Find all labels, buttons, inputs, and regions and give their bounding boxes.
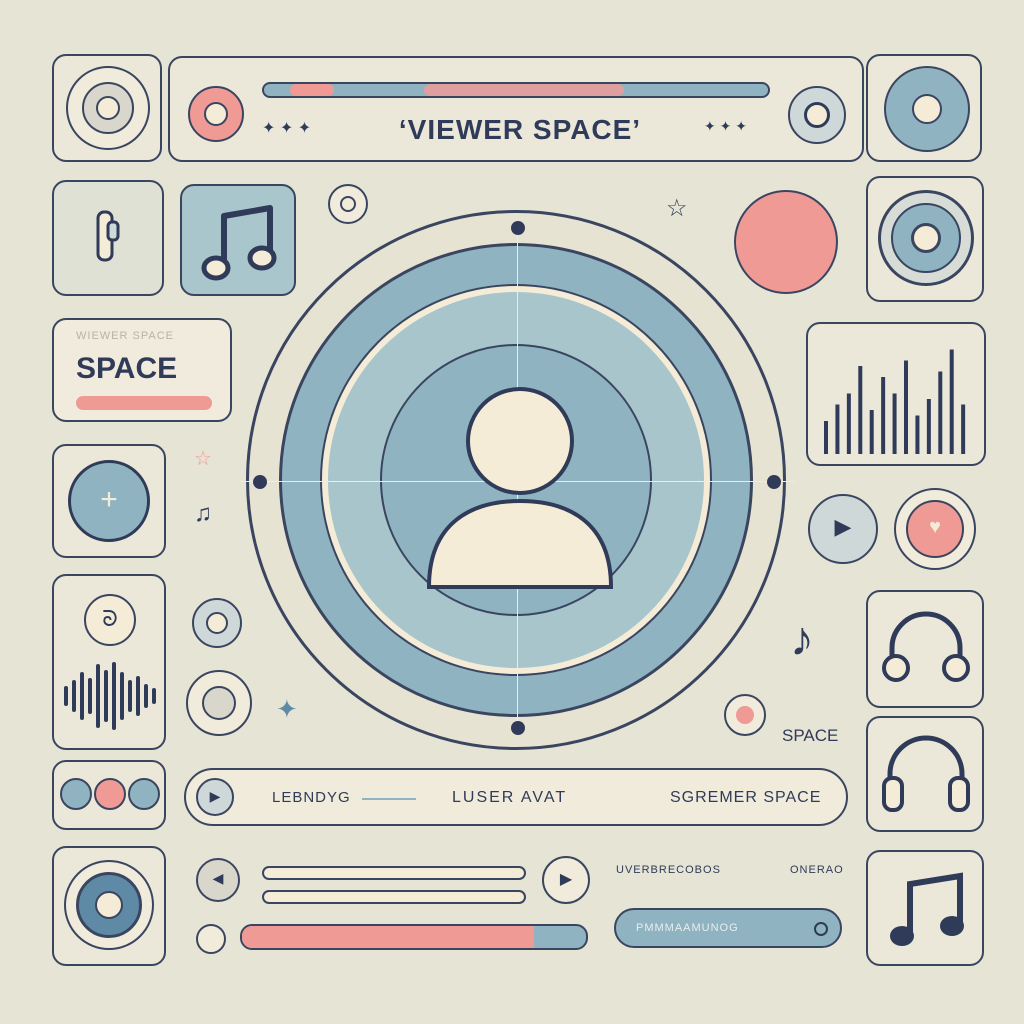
equalizer-bar: [892, 393, 897, 454]
voice-icon: ᘐ: [84, 594, 136, 646]
progress-bar-fill: [242, 926, 535, 948]
space-card-title: SPACE: [76, 352, 178, 385]
music-note-icon: ♫: [194, 500, 212, 527]
user-avatar-icon: [425, 383, 615, 593]
dial-knob-bottom[interactable]: [511, 721, 525, 735]
play-button[interactable]: ▶: [808, 494, 878, 564]
music-note-tile[interactable]: [180, 184, 296, 296]
star-icon: ✦ ✦ ✦: [262, 120, 312, 137]
dial-knob-top[interactable]: [511, 221, 525, 235]
headphones-icon: [882, 608, 970, 688]
equalizer-bar: [949, 349, 954, 454]
meta-right-label: ONERAO: [790, 864, 844, 876]
track-line-1: [262, 866, 526, 880]
header-bar: ✦ ✦ ✦ ‘VIEWER SPACE’ ✦ ✦ ✦: [168, 56, 864, 162]
progress-bar[interactable]: [240, 924, 588, 950]
track-line-2: [262, 890, 526, 904]
action-pill-label: PMMMAAMUNOG: [636, 922, 739, 934]
play-icon: ▶: [559, 871, 573, 888]
rewind-button[interactable]: ◀: [196, 858, 240, 902]
headphones-icon: [880, 732, 972, 818]
dot-button-blue-2[interactable]: [128, 778, 160, 810]
action-pill[interactable]: PMMMAAMUNOG: [614, 908, 842, 948]
equalizer-bar: [926, 399, 931, 454]
add-tile[interactable]: +: [52, 444, 166, 558]
now-playing-right-label: SGREMER SPACE: [670, 789, 822, 806]
meta-left-label: UVERBRECOBOS: [616, 864, 721, 876]
equalizer-panel: [806, 322, 986, 466]
equalizer-bar: [835, 404, 840, 454]
pink-orb-button[interactable]: [734, 190, 838, 294]
pink-dot-button[interactable]: [724, 694, 766, 736]
play-button[interactable]: ▶: [542, 856, 590, 904]
equalizer-bar: [915, 415, 920, 454]
volume-icon[interactable]: [196, 924, 226, 954]
waveform-tile[interactable]: ᘐ: [52, 574, 166, 750]
speaker-icon: [64, 860, 154, 950]
disc-button[interactable]: [186, 670, 252, 736]
star-icon: ✦ ✦ ✦: [704, 118, 747, 134]
now-playing-center-label: LUSER AVAT: [452, 789, 568, 806]
equalizer-bar: [881, 377, 886, 454]
bottom-left-speaker-tile[interactable]: [52, 846, 166, 966]
now-playing-bar[interactable]: ▶ LEBNDYG LUSER AVAT SGREMER SPACE: [184, 768, 848, 826]
side-space-label: SPACE: [782, 726, 839, 745]
action-pill-dot: [814, 922, 828, 936]
page-title: ‘VIEWER SPACE’: [398, 114, 642, 145]
small-record-icon[interactable]: [328, 184, 368, 224]
compass-icon[interactable]: [192, 598, 242, 648]
music-note-icon: [194, 196, 284, 286]
dot-button-blue[interactable]: [60, 778, 92, 810]
play-icon: ▶: [834, 514, 852, 539]
headphones-tile[interactable]: [866, 590, 984, 708]
equalizer-icon: [824, 349, 966, 454]
play-button[interactable]: ▶: [196, 778, 234, 816]
space-card-accent-bar: [76, 396, 212, 410]
equalizer-bar: [858, 366, 863, 454]
equalizer-bar: [846, 393, 851, 454]
phone-icon: [94, 206, 124, 270]
rewind-icon: ◀: [212, 870, 224, 886]
equalizer-bar: [904, 360, 908, 454]
music-note-icon: [882, 866, 972, 952]
record-button[interactable]: [188, 86, 244, 142]
avatar-dial[interactable]: [239, 210, 795, 750]
record-icon[interactable]: [788, 86, 846, 144]
space-card: WIEWER SPACE SPACE: [52, 318, 232, 422]
header-progress-track[interactable]: [262, 82, 770, 98]
favorite-button[interactable]: ♥: [894, 488, 976, 570]
now-playing-left-label: LEBNDYG: [272, 789, 351, 806]
music-note-icon: ♪: [790, 613, 814, 666]
equalizer-bar: [824, 421, 828, 454]
dots-tile[interactable]: [52, 760, 166, 830]
equalizer-bar: [961, 404, 966, 454]
space-card-caption: WIEWER SPACE: [76, 330, 174, 342]
equalizer-bar: [869, 410, 874, 454]
control-pair-panel: ▶ ♥: [806, 478, 986, 578]
dial-knob-right[interactable]: [767, 475, 781, 489]
add-button[interactable]: +: [68, 460, 150, 542]
equalizer-bar: [938, 371, 943, 454]
star-icon: ☆: [194, 448, 212, 470]
waveform-icon: [60, 660, 160, 732]
star-icon: ☆: [666, 195, 688, 222]
music-note-tile-2[interactable]: [866, 850, 984, 966]
top-right-record-tile[interactable]: [866, 54, 982, 162]
phone-tile[interactable]: [52, 180, 164, 296]
top-left-speaker-tile[interactable]: [52, 54, 162, 162]
now-playing-accent-line: [362, 798, 416, 800]
play-icon: ▶: [209, 788, 221, 804]
vinyl-icon: [878, 190, 974, 286]
record-icon: [884, 66, 970, 152]
speaker-icon: [66, 66, 150, 150]
headphones-tile-2[interactable]: [866, 716, 984, 832]
dial-knob-left[interactable]: [253, 475, 267, 489]
dot-button-pink[interactable]: [94, 778, 126, 810]
speaker-vinyl-tile[interactable]: [866, 176, 984, 302]
add-icon: +: [100, 483, 118, 516]
star-icon: ✦: [276, 694, 298, 724]
